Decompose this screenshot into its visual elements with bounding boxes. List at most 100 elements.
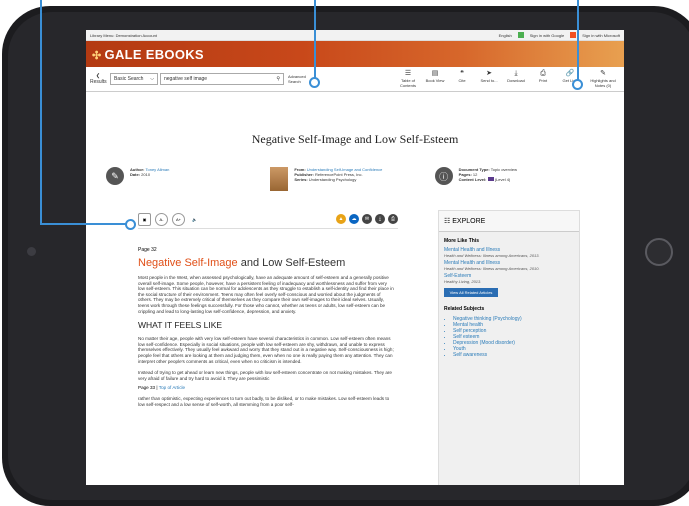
search-type-select[interactable]: Basic Search ⌵ — [110, 73, 158, 85]
google-icon — [517, 32, 524, 38]
info-icon: ⓘ — [434, 167, 453, 185]
callout-dot — [309, 77, 320, 88]
list-icon: ☰ — [404, 70, 412, 77]
subject-link[interactable]: Self awareness — [453, 352, 574, 358]
google-signin-link[interactable]: Sign in with Google — [530, 33, 564, 38]
download-icon: ⤓ — [514, 70, 518, 77]
book-view-button[interactable]: ▤ Book View — [424, 70, 446, 88]
date-label: Date: — [130, 172, 141, 177]
banner: ✣ GALE EBOOKS — [86, 41, 624, 67]
related-article[interactable]: Mental Health and Illness Health and Well… — [439, 259, 579, 272]
paragraph: No matter their age, people with very lo… — [138, 336, 394, 364]
gale-logo[interactable]: ✣ GALE EBOOKS — [92, 47, 204, 62]
search-input[interactable]: negative self image ⚲ — [160, 73, 284, 85]
camera-icon — [27, 247, 36, 256]
book-view-label: Book View — [425, 78, 445, 83]
screen: Library Menu: Demonstration Account Engl… — [86, 30, 624, 485]
download-label: Download — [507, 78, 525, 83]
level-label: Content Level: — [458, 177, 487, 182]
gale-logo-icon: ✣ — [92, 49, 102, 62]
related-article[interactable]: Mental Health and Illness Health and Well… — [439, 246, 579, 259]
series-value: Understanding Psychology — [308, 177, 357, 182]
callout-line — [40, 223, 128, 225]
toc-button[interactable]: ☰ Table of Contents — [397, 70, 419, 88]
heading-highlight: Negative Self-Image — [138, 257, 238, 269]
series-label: Series: — [294, 177, 308, 182]
print-label: Print — [538, 78, 548, 83]
related-subjects-heading: Related Subjects — [444, 306, 485, 312]
section-heading: WHAT IT FEELS LIKE — [138, 320, 223, 331]
page-number: Page 32 — [138, 247, 157, 253]
date-value: 2010 — [141, 172, 151, 177]
explore-icon: ☷ — [444, 218, 451, 225]
top-bar: Library Menu: Demonstration Account Engl… — [86, 30, 624, 41]
subjects-list: Negative thinking (Psychology) Mental he… — [439, 316, 579, 358]
highlights-button[interactable]: ✎ Highlights and Notes (0) — [586, 70, 620, 88]
email-icon[interactable]: ✉ — [362, 214, 372, 224]
search-icon[interactable]: ⚲ — [276, 76, 280, 82]
callout-dot — [572, 79, 583, 90]
reader-toolbar: ▣ A- A+ 🔈 ▲ ☁ ✉ ⤓ ⎙ — [138, 210, 398, 229]
logo-text: GALE EBOOKS — [104, 46, 204, 62]
related-article-source: Health and Wellness: Illness among Ameri… — [444, 266, 540, 271]
explore-header: ☷ EXPLORE — [439, 211, 579, 232]
listen-speaker-icon[interactable]: 🔈 — [189, 214, 200, 225]
callout-line — [314, 0, 316, 78]
search-value: negative self image — [164, 76, 208, 82]
doctype-block: ⓘ Document Type: Topic overview Pages: 1… — [434, 167, 599, 191]
language-toggle-icon[interactable]: ▣ — [138, 212, 151, 226]
book-icon: ▤ — [431, 70, 439, 77]
language-select[interactable]: English — [499, 33, 512, 38]
home-button[interactable] — [645, 238, 673, 266]
level-icon — [487, 177, 494, 181]
highlights-label: Highlights and Notes (0) — [590, 78, 616, 88]
print-button[interactable]: ⎙ Print — [532, 70, 554, 88]
share-icons: ▲ ☁ ✉ ⤓ ⎙ — [336, 214, 398, 224]
send-button[interactable]: ➤ Send to... — [478, 70, 500, 88]
download-button[interactable]: ⤓ Download — [505, 70, 527, 88]
paragraph: Most people in the West, when assessed p… — [138, 275, 394, 314]
callout-dot — [125, 219, 136, 230]
download-icon[interactable]: ⤓ — [375, 214, 385, 224]
cite-button[interactable]: ❝ Cite — [451, 70, 473, 88]
related-article[interactable]: Self-Esteem Healthy Living, 2013. — [439, 272, 579, 285]
paragraph: Instead of trying to get ahead or learn … — [138, 370, 392, 381]
book-cover-thumbnail[interactable] — [270, 167, 289, 191]
paragraph: rather than optimistic, expecting experi… — [138, 396, 390, 407]
heading-rest: and Low Self-Esteem — [237, 257, 346, 269]
back-results-button[interactable]: ❮ Results — [90, 73, 107, 85]
callout-line — [40, 0, 42, 224]
advanced-search-link[interactable]: Advanced Search — [288, 74, 306, 84]
onedrive-icon[interactable]: ☁ — [349, 214, 359, 224]
explore-panel: ☷ EXPLORE More Like This Mental Health a… — [438, 210, 580, 485]
callout-line — [577, 0, 579, 80]
top-of-article-link[interactable]: Top of Article — [159, 385, 185, 390]
send-icon: ➤ — [486, 70, 492, 77]
related-article-source: Healthy Living, 2013. — [444, 279, 482, 284]
back-label: Results — [90, 79, 107, 85]
explore-title: EXPLORE — [452, 218, 486, 225]
pen-icon: ✎ — [106, 167, 124, 185]
more-like-this-heading: More Like This — [444, 238, 480, 244]
level-value: (Level 4) — [494, 177, 511, 182]
font-increase-button[interactable]: A+ — [172, 212, 185, 226]
view-all-button[interactable]: View All Related Articles — [444, 288, 498, 297]
pencil-icon: ✎ — [600, 70, 606, 77]
reader-pane: ▣ A- A+ 🔈 ▲ ☁ ✉ ⤓ ⎙ Page 32 Negative Sel… — [86, 210, 454, 485]
library-menu-link[interactable]: Library Menu: Demonstration Account — [90, 33, 157, 38]
font-decrease-button[interactable]: A- — [155, 212, 168, 226]
article-heading: Negative Self-Image and Low Self-Esteem — [138, 257, 454, 269]
send-label: Send to... — [480, 78, 498, 83]
source-block: From: Understanding Self-Image and Confi… — [270, 167, 434, 191]
page-marker: Page 33 | Top of Article — [138, 385, 186, 391]
microsoft-signin-link[interactable]: Sign in with Microsoft — [582, 33, 620, 38]
doctype-value: Topic overview — [490, 167, 517, 172]
cite-label: Cite — [458, 78, 466, 83]
page-number: Page 33 — [138, 385, 156, 391]
article-meta: ✎ Author: Toney Allman Date: 2010 From: … — [86, 167, 624, 191]
related-article-source: Health and Wellness: Illness among Ameri… — [444, 253, 540, 258]
search-type-value: Basic Search — [114, 76, 144, 82]
quote-icon: ❝ — [460, 70, 464, 77]
google-drive-icon[interactable]: ▲ — [336, 214, 346, 224]
print-icon[interactable]: ⎙ — [388, 214, 398, 224]
